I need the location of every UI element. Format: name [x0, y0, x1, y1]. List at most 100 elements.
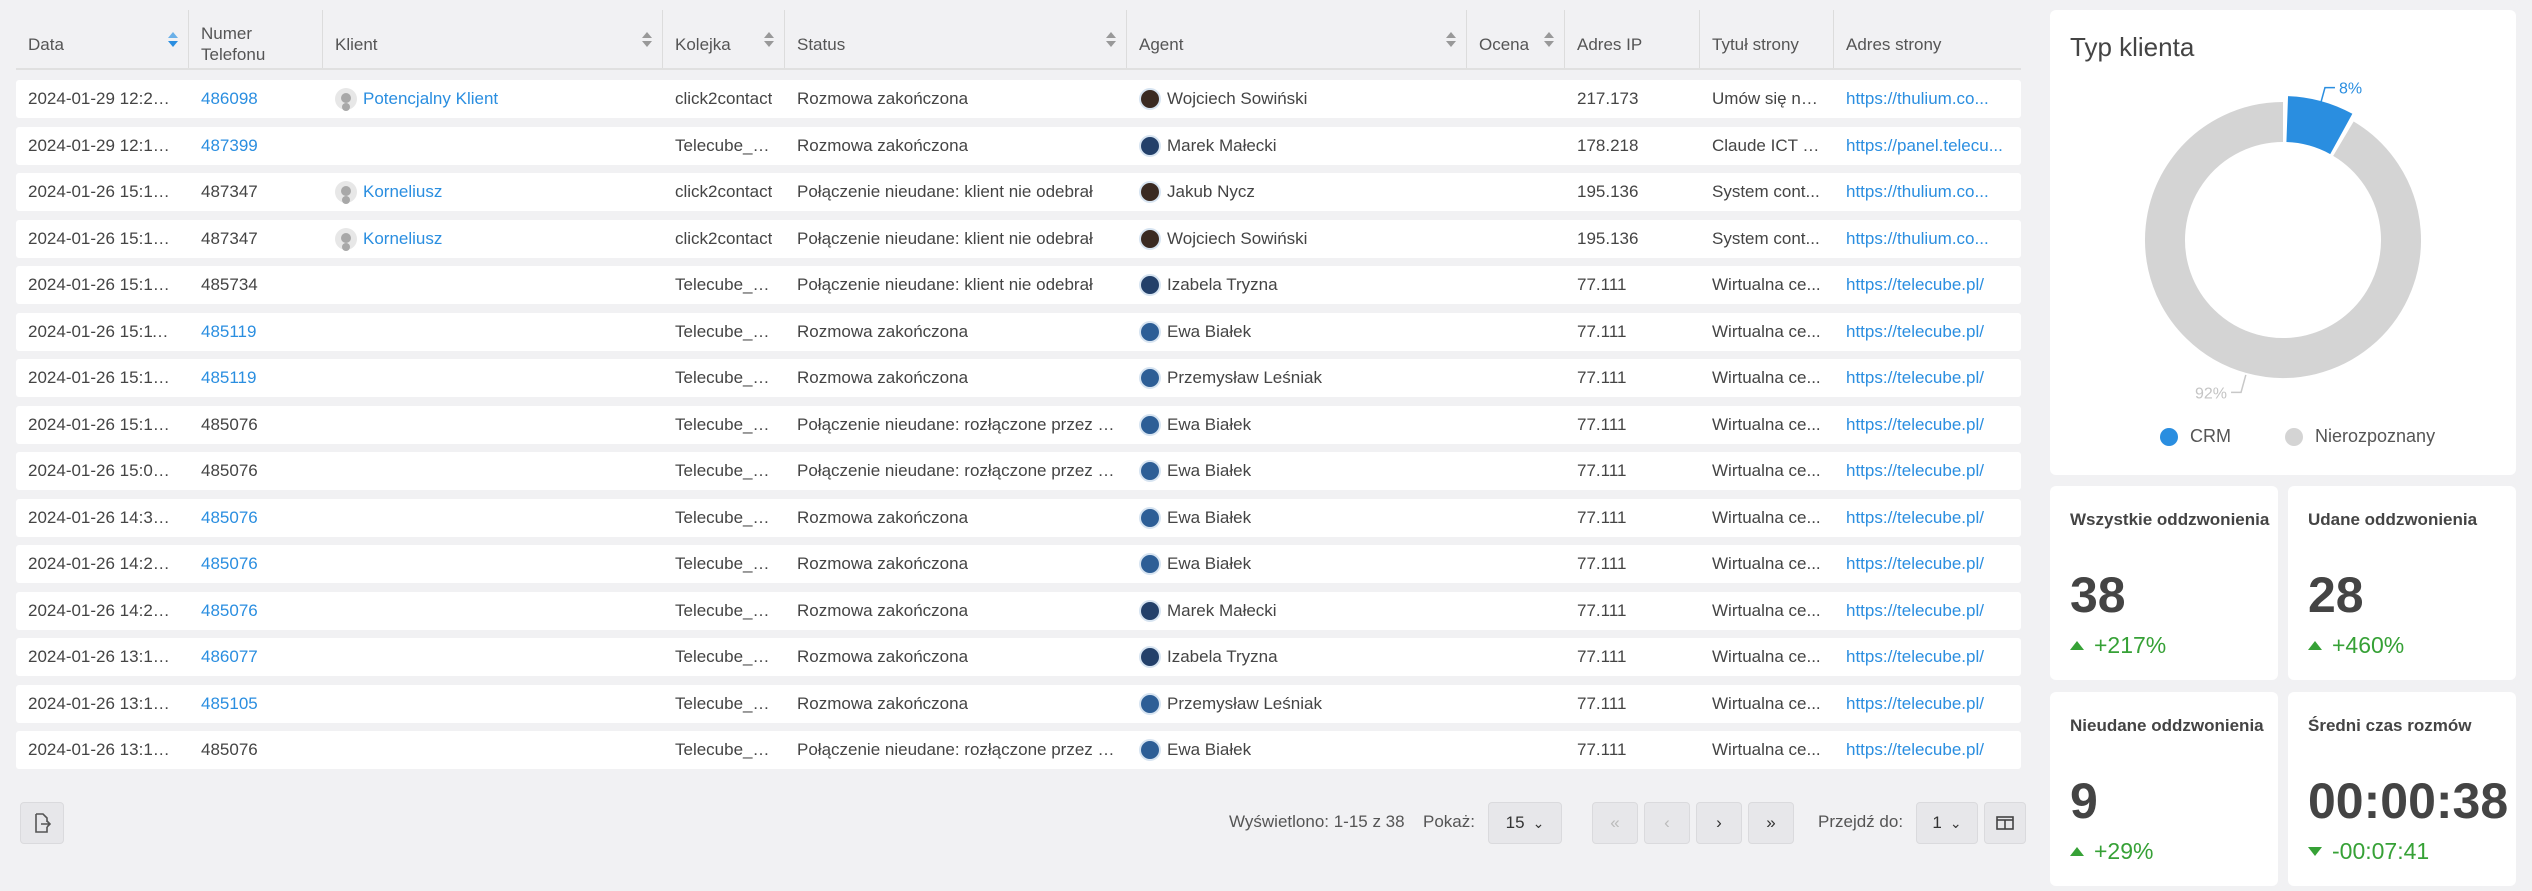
phone-text[interactable]: 485119: [201, 368, 256, 388]
client-type-donut-chart: 8% 92%: [2145, 81, 2421, 402]
title-text: System cont...: [1712, 182, 1820, 201]
stat-change-value: +217%: [2094, 632, 2167, 658]
table-row[interactable]: 2024-01-26 15:08:58 485076 Telecube_o... Po…: [16, 452, 2021, 490]
stat-value: 9: [2070, 773, 2098, 829]
url-text[interactable]: https://telecube.pl/: [1846, 601, 1984, 621]
column-header-queue[interactable]: Kolejka: [663, 10, 785, 68]
ip-text: 77.111: [1577, 461, 1627, 480]
sort-icon[interactable]: [642, 32, 652, 48]
agent-avatar: [1139, 692, 1161, 715]
export-button[interactable]: [20, 802, 64, 844]
table-row[interactable]: 2024-01-26 14:29:45 485076 Telecube_o... Ro…: [16, 545, 2021, 583]
phone-text[interactable]: 486098: [201, 89, 258, 109]
ip-text: 195.136: [1577, 228, 1639, 248]
table-row[interactable]: 2024-01-26 15:11:46 485119 Telecube_o... Ro…: [16, 312, 2021, 351]
last-page-button[interactable]: »: [1748, 802, 1794, 844]
sort-icon[interactable]: [1446, 32, 1456, 48]
double-chevron-left-icon: «: [1610, 813, 1620, 832]
column-header-client[interactable]: Klient: [323, 10, 663, 68]
column-header-agent[interactable]: Agent: [1127, 10, 1467, 68]
donut-slice-crm[interactable]: [2285, 96, 2353, 155]
phone-text[interactable]: 485119: [201, 322, 256, 342]
stat-change: +217%: [2070, 632, 2166, 659]
phone-text[interactable]: 485105: [201, 694, 258, 714]
queue-text: click2contact: [675, 228, 773, 248]
client-avatar-icon: [335, 227, 357, 250]
column-header-status[interactable]: Status: [785, 10, 1127, 68]
cell-status: Rozmowa zakończona: [785, 685, 1127, 723]
table-row[interactable]: 2024-01-29 12:12:10 487399 Telecube_o... Ro…: [16, 126, 2021, 165]
ip-text: 77.111: [1577, 414, 1627, 434]
legend-unknown-label: Nierozpoznany: [2315, 426, 2436, 446]
phone-text: 485734: [201, 275, 258, 294]
cell-title: Wirtualna ce...: [1700, 731, 1834, 769]
column-header-phone[interactable]: Numer Telefonu: [189, 10, 323, 68]
table-row[interactable]: 2024-01-26 14:28:43 485076 Telecube_o... Ro…: [16, 591, 2021, 630]
url-text[interactable]: https://telecube.pl/: [1846, 694, 1984, 714]
table-row[interactable]: 2024-01-26 13:10:59 485105 Telecube_o... Ro…: [16, 684, 2021, 723]
sort-icon[interactable]: [1106, 32, 1116, 48]
donut-slice-nierozpoznany[interactable]: [2145, 102, 2421, 378]
sort-icon[interactable]: [1544, 32, 1554, 48]
table-row[interactable]: 2024-01-26 15:18:41 487347 Korneliusz click…: [16, 219, 2021, 258]
agent-text: Przemysław Leśniak: [1167, 368, 1322, 387]
url-text[interactable]: https://thulium.co...: [1846, 89, 1989, 109]
table-row[interactable]: 2024-01-26 15:10:51 485076 Telecube_o... Po…: [16, 405, 2021, 444]
cell-status: Rozmowa zakończona: [785, 499, 1127, 537]
table-row[interactable]: 2024-01-26 15:13:43 485734 Telecube_o... Po…: [16, 266, 2021, 304]
column-header-ip[interactable]: Adres IP: [1565, 10, 1700, 68]
agent-text: Ewa Białek: [1167, 414, 1252, 434]
url-text[interactable]: https://panel.telecu...: [1846, 136, 2003, 156]
url-text[interactable]: https://telecube.pl/: [1846, 554, 1984, 574]
next-page-button[interactable]: ›: [1696, 802, 1742, 844]
url-text[interactable]: https://telecube.pl/: [1846, 322, 1984, 342]
phone-text[interactable]: 485076: [201, 554, 258, 574]
first-page-button[interactable]: «: [1592, 802, 1638, 844]
client-text[interactable]: Potencjalny Klient: [363, 89, 498, 109]
phone-text[interactable]: 487399: [201, 136, 258, 156]
table-row[interactable]: 2024-01-26 15:18:41 487347 Korneliusz click…: [16, 173, 2021, 211]
column-header-title[interactable]: Tytuł strony: [1700, 10, 1834, 68]
url-text[interactable]: https://telecube.pl/: [1846, 740, 1984, 760]
table-row[interactable]: 2024-01-26 15:10:54 485119 Telecube_o... Ro…: [16, 359, 2021, 397]
cell-agent: Wojciech Sowiński: [1127, 220, 1467, 258]
donut-label-crm: 8%: [2339, 81, 2362, 98]
cell-queue: click2contact: [663, 173, 785, 211]
table-row[interactable]: 2024-01-26 14:31:39 485076 Telecube_o... Ro…: [16, 498, 2021, 537]
url-text[interactable]: https://telecube.pl/: [1846, 461, 1984, 481]
goto-page-select[interactable]: 1 ⌄: [1916, 802, 1978, 844]
url-text[interactable]: https://telecube.pl/: [1846, 508, 1984, 528]
phone-text[interactable]: 485076: [201, 508, 258, 528]
page-size-select[interactable]: 15 ⌄: [1488, 802, 1562, 844]
url-text[interactable]: https://telecube.pl/: [1846, 415, 1984, 435]
url-text[interactable]: https://telecube.pl/: [1846, 368, 1984, 388]
prev-page-button[interactable]: ‹: [1644, 802, 1690, 844]
phone-text[interactable]: 485076: [201, 601, 258, 621]
client-text[interactable]: Korneliusz: [363, 229, 442, 249]
column-header-url[interactable]: Adres strony: [1834, 10, 2020, 68]
table-row[interactable]: 2024-01-26 13:14:09 486077 Telecube_o... Ro…: [16, 638, 2021, 676]
client-text[interactable]: Korneliusz: [363, 182, 442, 202]
cell-date: 2024-01-26 15:10:54: [16, 359, 189, 397]
column-header-rating[interactable]: Ocena: [1467, 10, 1565, 68]
sort-icon[interactable]: [168, 32, 178, 48]
table-row[interactable]: 2024-01-26 13:10:49 485076 Telecube_o... Po…: [16, 731, 2021, 769]
status-text: Rozmowa zakończona: [797, 693, 969, 713]
phone-text[interactable]: 486077: [201, 647, 258, 667]
goto-page-value: 1: [1932, 813, 1942, 832]
url-text[interactable]: https://thulium.co...: [1846, 229, 1989, 249]
url-text[interactable]: https://thulium.co...: [1846, 182, 1989, 202]
columns-toggle-button[interactable]: [1984, 802, 2026, 844]
cell-agent: Ewa Białek: [1127, 406, 1467, 444]
cell-phone: 485076: [189, 731, 323, 769]
sort-icon[interactable]: [764, 32, 774, 48]
cell-client: [323, 499, 663, 537]
url-text[interactable]: https://telecube.pl/: [1846, 647, 1984, 667]
agent-avatar: [1139, 320, 1161, 343]
chevron-down-icon: ⌄: [1532, 814, 1545, 831]
column-header-date[interactable]: Data: [16, 10, 189, 68]
table-row[interactable]: 2024-01-29 12:27:55 486098 Potencjalny Kli…: [16, 80, 2021, 118]
url-text[interactable]: https://telecube.pl/: [1846, 275, 1984, 295]
cell-date: 2024-01-26 13:10:59: [16, 685, 189, 723]
cell-rating: [1467, 638, 1565, 676]
